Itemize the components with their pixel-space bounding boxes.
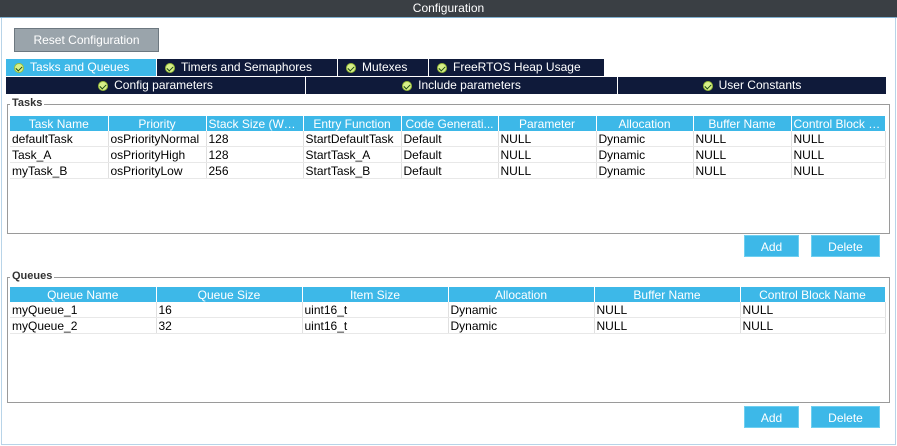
table-cell: NULL: [693, 131, 792, 147]
window-title: Configuration: [0, 0, 897, 18]
column-header[interactable]: Item Size: [302, 287, 449, 302]
table-cell: NULL: [594, 317, 741, 334]
table-cell: NULL: [693, 162, 792, 179]
column-header[interactable]: Parameter: [498, 116, 597, 131]
table-cell: osPriorityLow: [108, 162, 207, 179]
check-icon: [437, 62, 447, 73]
tab-label: Config parameters: [114, 78, 213, 92]
column-header[interactable]: Control Block N...: [791, 116, 886, 131]
table-cell: NULL: [791, 162, 886, 179]
column-header[interactable]: Allocation: [448, 287, 595, 302]
queues-group-label: Queues: [10, 270, 55, 282]
table-cell: StartTask_B: [303, 162, 402, 179]
table-cell: Dynamic: [448, 302, 595, 318]
check-icon: [346, 62, 356, 73]
tab-label: Timers and Semaphores: [181, 60, 312, 74]
tab-freertos-heap-usage[interactable]: FreeRTOS Heap Usage: [429, 59, 605, 76]
tab-include-parameters[interactable]: Include parameters: [306, 77, 618, 94]
column-header[interactable]: Buffer Name: [594, 287, 741, 302]
tab-tasks-and-queues[interactable]: Tasks and Queues: [6, 59, 157, 76]
tab-bar-primary: Tasks and Queues Timers and Semaphores M…: [6, 59, 605, 76]
tab-label: Include parameters: [418, 78, 521, 92]
table-row[interactable]: Task_A osPriorityHigh 128 StartTask_A De…: [10, 146, 886, 163]
table-cell: uint16_t: [302, 302, 449, 318]
table-cell: 32: [156, 317, 303, 334]
delete-queue-button[interactable]: Delete: [811, 406, 880, 428]
column-header[interactable]: Allocation: [596, 116, 694, 131]
table-cell: Dynamic: [596, 162, 694, 179]
table-cell: Dynamic: [448, 317, 595, 334]
table-cell: myQueue_1: [10, 302, 157, 318]
tab-label: FreeRTOS Heap Usage: [453, 60, 581, 74]
table-cell: NULL: [693, 146, 792, 163]
check-icon: [165, 62, 175, 73]
add-queue-button[interactable]: Add: [744, 406, 799, 428]
column-header[interactable]: Control Block Name: [740, 287, 886, 302]
table-cell: 128: [206, 131, 304, 147]
table-cell: Default: [401, 131, 499, 147]
tab-config-parameters[interactable]: Config parameters: [6, 77, 306, 94]
check-icon: [98, 80, 109, 91]
table-row[interactable]: myTask_B osPriorityLow 256 StartTask_B D…: [10, 162, 886, 179]
tab-label: Tasks and Queues: [30, 60, 130, 74]
table-row[interactable]: myQueue_2 32 uint16_t Dynamic NULL NULL: [10, 317, 886, 334]
table-row[interactable]: defaultTask osPriorityNormal 128 StartDe…: [10, 131, 886, 147]
table-cell: Dynamic: [596, 131, 694, 147]
table-cell: NULL: [791, 146, 886, 163]
tasks-header-row: Task Name Priority Stack Size (Wor... En…: [10, 116, 886, 131]
table-cell: 16: [156, 302, 303, 318]
table-cell: NULL: [740, 302, 886, 318]
table-cell: Default: [401, 162, 499, 179]
column-header[interactable]: Queue Size: [156, 287, 303, 302]
queues-header-row: Queue Name Queue Size Item Size Allocati…: [10, 287, 886, 302]
check-icon: [702, 80, 713, 91]
table-cell: StartTask_A: [303, 146, 402, 163]
check-icon: [402, 80, 413, 91]
column-header[interactable]: Stack Size (Wor...: [206, 116, 304, 131]
table-cell: myTask_B: [10, 162, 109, 179]
column-header[interactable]: Entry Function: [303, 116, 402, 131]
add-task-button[interactable]: Add: [744, 235, 799, 257]
tasks-table: Task Name Priority Stack Size (Wor... En…: [10, 116, 886, 179]
tab-label: User Constants: [718, 78, 802, 92]
table-cell: NULL: [498, 146, 597, 163]
table-cell: osPriorityHigh: [108, 146, 207, 163]
table-cell: NULL: [498, 131, 597, 147]
table-cell: 256: [206, 162, 304, 179]
column-header[interactable]: Queue Name: [10, 287, 157, 302]
table-row[interactable]: myQueue_1 16 uint16_t Dynamic NULL NULL: [10, 302, 886, 318]
table-cell: myQueue_2: [10, 317, 157, 334]
tab-timers-and-semaphores[interactable]: Timers and Semaphores: [157, 59, 338, 76]
column-header[interactable]: Task Name: [10, 116, 109, 131]
reset-configuration-button[interactable]: Reset Configuration: [14, 28, 159, 52]
delete-task-button[interactable]: Delete: [811, 235, 880, 257]
table-cell: NULL: [740, 317, 886, 334]
column-header[interactable]: Buffer Name: [693, 116, 792, 131]
table-cell: NULL: [594, 302, 741, 318]
table-cell: NULL: [791, 131, 886, 147]
column-header[interactable]: Code Generati...: [401, 116, 499, 131]
tab-label: Mutexes: [362, 60, 408, 74]
tab-mutexes[interactable]: Mutexes: [338, 59, 429, 76]
queues-table: Queue Name Queue Size Item Size Allocati…: [10, 287, 886, 334]
table-cell: 128: [206, 146, 304, 163]
check-icon: [14, 62, 24, 73]
table-cell: Task_A: [10, 146, 109, 163]
table-cell: Default: [401, 146, 499, 163]
tasks-group-label: Tasks: [10, 97, 45, 109]
table-cell: osPriorityNormal: [108, 131, 207, 147]
table-cell: defaultTask: [10, 131, 109, 147]
table-cell: NULL: [498, 162, 597, 179]
table-cell: uint16_t: [302, 317, 449, 334]
table-cell: StartDefaultTask: [303, 131, 402, 147]
column-header[interactable]: Priority: [108, 116, 207, 131]
tab-user-constants[interactable]: User Constants: [618, 77, 886, 94]
table-cell: Dynamic: [596, 146, 694, 163]
tab-bar-secondary: Config parameters Include parameters Use…: [6, 77, 886, 94]
